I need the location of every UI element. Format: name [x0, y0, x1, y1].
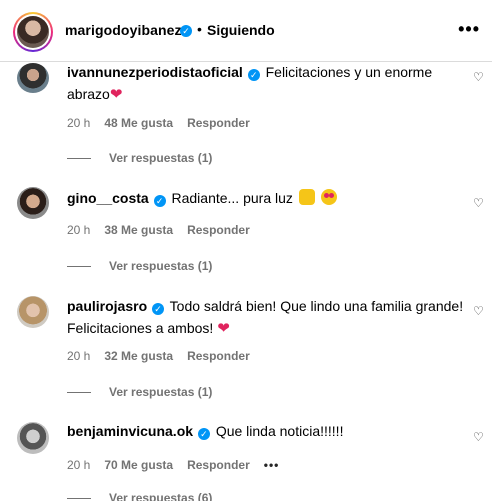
- comment-likes[interactable]: 38 Me gusta: [104, 223, 173, 237]
- verified-icon: ✓: [247, 69, 260, 81]
- verified-icon: ✓: [153, 195, 166, 207]
- like-heart-icon[interactable]: ♡: [473, 305, 485, 317]
- comment-likes[interactable]: 48 Me gusta: [104, 116, 173, 130]
- reply-button[interactable]: Responder: [187, 349, 250, 363]
- replies-divider: [67, 391, 91, 393]
- like-heart-icon[interactable]: ♡: [473, 431, 485, 443]
- more-options-icon[interactable]: •••: [458, 20, 480, 38]
- comment-likes[interactable]: 70 Me gusta: [104, 458, 173, 472]
- verified-icon: ✓: [152, 303, 165, 315]
- author-avatar[interactable]: [13, 12, 53, 52]
- view-replies-button[interactable]: Ver respuestas (1): [67, 259, 212, 273]
- like-heart-icon[interactable]: ♡: [473, 71, 485, 83]
- comment-time: 20 h: [67, 223, 91, 237]
- red-heart-emoji: ❤: [217, 320, 230, 337]
- red-heart-emoji: ❤: [109, 86, 123, 103]
- like-heart-icon[interactable]: ♡: [473, 197, 485, 209]
- replies-divider: [67, 157, 91, 159]
- following-button[interactable]: Siguiendo: [207, 22, 275, 38]
- comment-options-icon[interactable]: •••: [264, 458, 280, 472]
- comment-likes[interactable]: 32 Me gusta: [104, 349, 173, 363]
- author-username[interactable]: marigodoyibanez: [65, 22, 182, 38]
- commenter-avatar[interactable]: [17, 296, 49, 328]
- commenter-username[interactable]: gino__costa: [67, 190, 149, 206]
- comment-text: Radiante... pura luz: [171, 190, 293, 206]
- view-replies-button[interactable]: Ver respuestas (1): [67, 385, 212, 399]
- commenter-avatar[interactable]: [17, 63, 49, 93]
- separator-dot: •: [197, 21, 202, 37]
- reply-button[interactable]: Responder: [187, 458, 250, 472]
- comment-text: Que linda noticia!!!!!!: [215, 423, 344, 439]
- comment-time: 20 h: [67, 116, 91, 130]
- reply-button[interactable]: Responder: [187, 116, 250, 130]
- view-replies-button[interactable]: Ver respuestas (1): [67, 151, 212, 165]
- verified-icon: ✓: [180, 25, 192, 37]
- comment-time: 20 h: [67, 458, 91, 472]
- view-replies-button[interactable]: Ver respuestas (6): [67, 491, 212, 501]
- post-header: marigodoyibanez ✓ • Siguiendo •••: [0, 0, 492, 62]
- heart-eyes-emoji: [320, 189, 337, 205]
- commenter-username[interactable]: benjaminvicuna.ok: [67, 423, 193, 439]
- commenter-username[interactable]: paulirojasro: [67, 298, 147, 314]
- commenter-avatar[interactable]: [17, 422, 49, 454]
- replies-divider: [67, 265, 91, 267]
- commenter-avatar[interactable]: [17, 187, 49, 219]
- commenter-username[interactable]: ivannunezperiodistaoficial: [67, 64, 243, 80]
- verified-icon: ✓: [197, 428, 210, 440]
- reply-button[interactable]: Responder: [187, 223, 250, 237]
- replies-divider: [67, 497, 91, 499]
- raising-hands-emoji: [298, 189, 315, 205]
- comment-time: 20 h: [67, 349, 91, 363]
